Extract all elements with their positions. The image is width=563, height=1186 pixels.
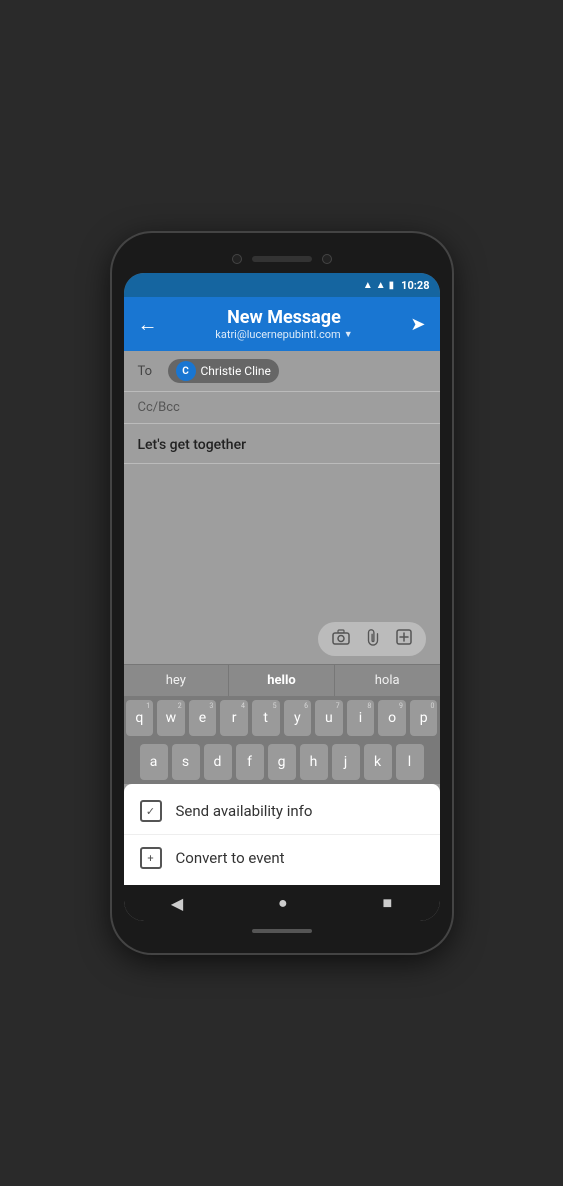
subject-row[interactable]: Let's get together bbox=[124, 424, 440, 464]
key-r[interactable]: 4 r bbox=[220, 700, 248, 736]
send-availability-label: Send availability info bbox=[176, 802, 313, 820]
send-availability-icon: ✓ bbox=[140, 800, 162, 822]
cc-bcc-label: Cc/Bcc bbox=[138, 400, 180, 415]
camera-button[interactable] bbox=[332, 629, 350, 649]
send-availability-item[interactable]: ✓ Send availability info bbox=[124, 788, 440, 835]
front-sensor bbox=[322, 254, 332, 264]
front-camera bbox=[232, 254, 242, 264]
key-o[interactable]: 9 o bbox=[378, 700, 406, 736]
header-subtitle: katri@lucernepubintl.com ▼ bbox=[158, 328, 411, 341]
app-header: ← New Message katri@lucernepubintl.com ▼… bbox=[124, 297, 440, 351]
recipient-chip[interactable]: C Christie Cline bbox=[168, 359, 279, 383]
header-title: New Message bbox=[158, 307, 411, 328]
key-l[interactable]: l bbox=[396, 744, 424, 780]
key-t[interactable]: 5 t bbox=[252, 700, 280, 736]
key-f[interactable]: f bbox=[236, 744, 264, 780]
key-d[interactable]: d bbox=[204, 744, 232, 780]
back-button[interactable]: ← bbox=[138, 314, 158, 334]
email-body: To C Christie Cline Cc/Bcc Let's get tog… bbox=[124, 351, 440, 885]
key-e[interactable]: 3 e bbox=[189, 700, 217, 736]
attachment-button[interactable] bbox=[366, 628, 380, 650]
phone-speaker bbox=[252, 256, 312, 262]
signal-icon: ▲ bbox=[376, 280, 386, 291]
to-field-row[interactable]: To C Christie Cline bbox=[124, 351, 440, 392]
suggest-hey[interactable]: hey bbox=[124, 665, 230, 696]
nav-recent-button[interactable]: ■ bbox=[382, 893, 392, 913]
wifi-icon: ▲ bbox=[363, 280, 373, 291]
to-label: To bbox=[138, 364, 160, 379]
status-time: 10:28 bbox=[401, 279, 429, 292]
popup-menu: ✓ Send availability info + Convert to ev… bbox=[124, 784, 440, 885]
keyboard-row-2: a s d f g h j k l bbox=[124, 740, 440, 784]
key-q[interactable]: 1 q bbox=[126, 700, 154, 736]
keyboard-row-1: 1 q 2 w 3 e 4 r 5 t bbox=[124, 696, 440, 740]
key-i[interactable]: 8 i bbox=[347, 700, 375, 736]
home-indicator bbox=[252, 929, 312, 933]
status-bar: ▲ ▲ ▮ 10:28 bbox=[124, 273, 440, 297]
attach-buttons-group bbox=[318, 622, 426, 656]
key-p[interactable]: 0 p bbox=[410, 700, 438, 736]
key-k[interactable]: k bbox=[364, 744, 392, 780]
account-dropdown-icon[interactable]: ▼ bbox=[344, 329, 353, 340]
cc-bcc-row[interactable]: Cc/Bcc bbox=[124, 392, 440, 424]
key-j[interactable]: j bbox=[332, 744, 360, 780]
phone-bottom-bar bbox=[124, 921, 440, 941]
word-suggest-bar: hey hello hola bbox=[124, 664, 440, 696]
attachment-toolbar bbox=[124, 614, 440, 664]
phone-frame: ▲ ▲ ▮ 10:28 ← New Message katri@lucernep… bbox=[112, 233, 452, 953]
key-h[interactable]: h bbox=[300, 744, 328, 780]
compose-area[interactable] bbox=[124, 464, 440, 614]
key-a[interactable]: a bbox=[140, 744, 168, 780]
battery-icon: ▮ bbox=[389, 280, 395, 291]
send-button[interactable]: ➤ bbox=[410, 314, 425, 335]
convert-to-event-item[interactable]: + Convert to event bbox=[124, 835, 440, 881]
phone-screen: ▲ ▲ ▮ 10:28 ← New Message katri@lucernep… bbox=[124, 273, 440, 921]
recipient-avatar: C bbox=[176, 361, 196, 381]
nav-back-button[interactable]: ◀ bbox=[171, 894, 183, 913]
suggest-hola[interactable]: hola bbox=[335, 665, 440, 696]
nav-home-button[interactable]: ● bbox=[278, 893, 288, 913]
key-y[interactable]: 6 y bbox=[284, 700, 312, 736]
phone-top-bar bbox=[124, 245, 440, 273]
suggest-hello[interactable]: hello bbox=[229, 665, 335, 696]
plus-button[interactable] bbox=[396, 629, 412, 649]
key-u[interactable]: 7 u bbox=[315, 700, 343, 736]
subject-text: Let's get together bbox=[138, 437, 247, 453]
convert-event-icon: + bbox=[140, 847, 162, 869]
nav-bar: ◀ ● ■ bbox=[124, 885, 440, 921]
key-w[interactable]: 2 w bbox=[157, 700, 185, 736]
header-center: New Message katri@lucernepubintl.com ▼ bbox=[158, 307, 411, 341]
status-icons: ▲ ▲ ▮ 10:28 bbox=[363, 279, 430, 292]
recipient-name: Christie Cline bbox=[201, 364, 271, 378]
key-s[interactable]: s bbox=[172, 744, 200, 780]
key-g[interactable]: g bbox=[268, 744, 296, 780]
convert-event-label: Convert to event bbox=[176, 849, 285, 867]
